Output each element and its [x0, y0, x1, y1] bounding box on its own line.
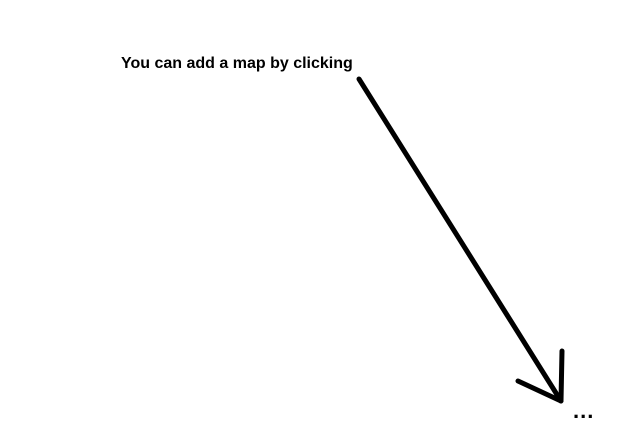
drawing-canvas: You can add a map by clicking ... — [0, 0, 622, 442]
arrow-shaft — [356, 76, 564, 404]
ellipsis-text: ... — [573, 398, 595, 423]
arrow-down-right-icon — [356, 76, 565, 404]
